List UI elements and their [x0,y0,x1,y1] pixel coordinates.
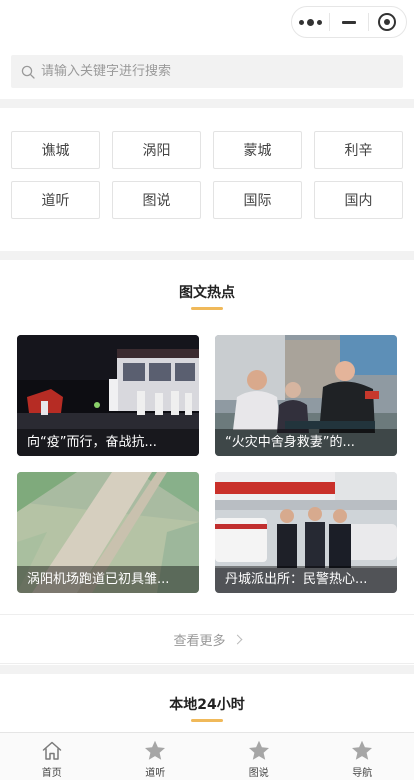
news-card[interactable]: 丹城派出所：民警热心... [215,472,397,593]
minimize-button[interactable] [330,7,367,37]
section-divider [0,665,414,674]
home-icon [42,741,61,760]
chevron-right-icon [232,634,242,644]
category-button-tushuo[interactable]: 图说 [112,181,201,219]
more-menu-button[interactable] [292,7,329,37]
tab-label: 导航 [352,768,373,779]
news-caption: “火灾中舍身救妻”的... [215,429,397,456]
news-caption: 涡阳机场跑道已初具雏... [17,566,199,593]
category-button-guoji[interactable]: 国际 [213,181,302,219]
section-divider [0,99,414,108]
minus-icon [341,20,356,24]
search-bar[interactable] [11,55,403,88]
news-card[interactable]: 向“疫”而行，奋战抗... [17,335,199,456]
section-title-hot: 图文热点 [179,285,235,301]
star-icon [145,740,166,760]
view-more-label: 查看更多 [173,633,226,649]
category-button-woyang[interactable]: 涡阳 [112,131,201,169]
view-more-button[interactable]: 查看更多 [0,614,414,664]
miniprogram-capsule [291,6,407,38]
news-card[interactable]: “火灾中舍身救妻”的... [215,335,397,456]
tab-tushuo[interactable]: 图说 [207,733,311,780]
section-title-local: 本地24小时 [169,697,245,713]
tab-label: 图说 [248,768,269,779]
news-card[interactable]: 涡阳机场跑道已初具雏... [17,472,199,593]
search-icon [21,65,35,79]
tab-label: 首页 [41,768,62,779]
category-grid: 谯城 涡阳 蒙城 利辛 道听 图说 国际 国内 [11,131,403,219]
category-button-qiaocheng[interactable]: 谯城 [11,131,100,169]
search-input[interactable] [41,64,371,79]
category-button-guonei[interactable]: 国内 [314,181,403,219]
more-dots-icon [299,18,323,26]
section-title-underline [191,307,223,310]
tab-label: 道听 [145,768,166,779]
tab-home[interactable]: 首页 [0,733,104,780]
tab-navigation[interactable]: 导航 [311,733,414,780]
tab-daoting[interactable]: 道听 [104,733,208,780]
close-miniprogram-button[interactable] [369,7,406,37]
news-caption: 向“疫”而行，奋战抗... [17,429,199,456]
category-button-daoting[interactable]: 道听 [11,181,100,219]
news-caption: 丹城派出所：民警热心... [215,566,397,593]
section-divider [0,251,414,260]
category-button-mengcheng[interactable]: 蒙城 [213,131,302,169]
category-button-lixin[interactable]: 利辛 [314,131,403,169]
bottom-tab-bar: 首页 道听 图说 导航 [0,732,414,780]
target-icon [378,13,397,31]
section-title-underline [191,719,223,722]
star-icon [248,740,269,760]
star-icon [352,740,373,760]
